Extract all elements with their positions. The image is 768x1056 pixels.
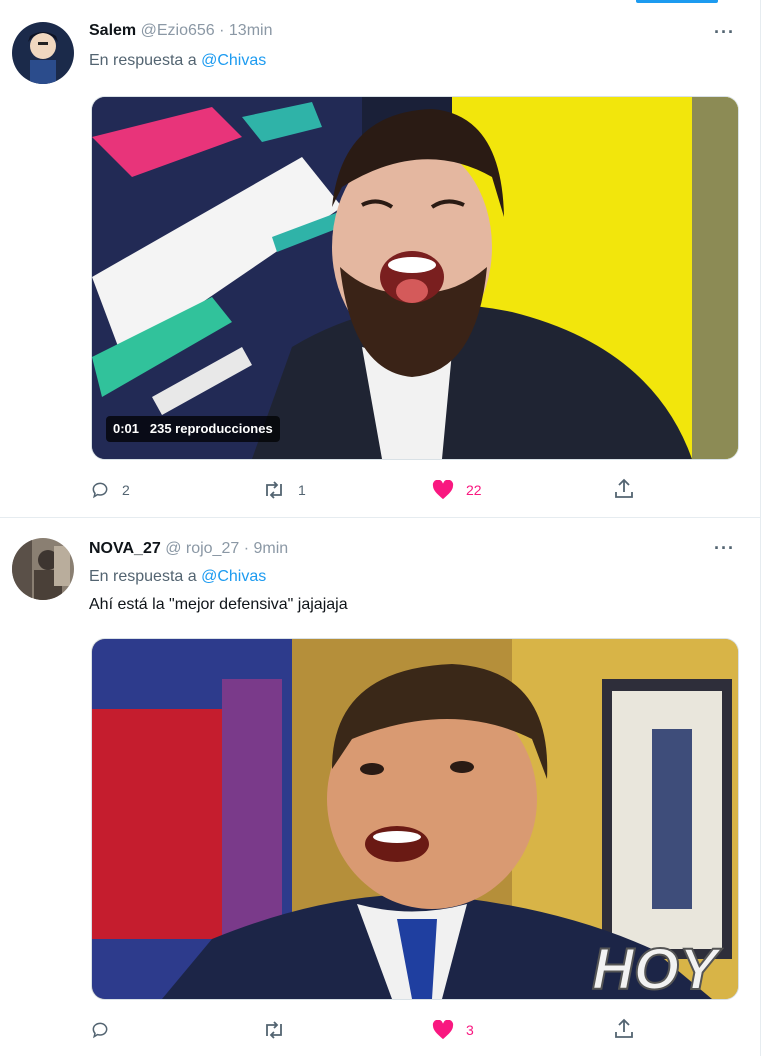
tweet[interactable]: NOVA_27 @ rojo_27 · 9min ··· En respuest… xyxy=(0,518,760,1056)
handle[interactable]: @Ezio656 xyxy=(141,22,215,39)
display-name[interactable]: Salem xyxy=(89,22,136,39)
heart-icon xyxy=(432,480,454,500)
gif-media[interactable]: HOY xyxy=(91,638,739,1000)
like-count: 22 xyxy=(466,482,482,498)
tweet[interactable]: Salem @Ezio656 · 13min ··· En respuesta … xyxy=(0,0,760,517)
reply-context: En respuesta a @Chivas xyxy=(89,52,266,70)
reply-icon xyxy=(92,1022,108,1039)
retweet-icon xyxy=(266,1021,282,1039)
reply-button[interactable]: 2 xyxy=(90,480,130,500)
like-button[interactable]: 22 xyxy=(432,480,482,500)
reply-icon xyxy=(92,482,108,499)
share-button[interactable] xyxy=(614,1018,634,1040)
like-count: 3 xyxy=(466,1022,474,1038)
reply-mention-link[interactable]: @Chivas xyxy=(201,568,266,585)
display-name[interactable]: NOVA_27 xyxy=(89,540,161,557)
retweet-button[interactable]: 1 xyxy=(262,480,306,500)
avatar[interactable] xyxy=(12,22,74,84)
media-watermark: HOY xyxy=(592,937,723,999)
timestamp[interactable]: 13min xyxy=(229,22,273,39)
like-button[interactable]: 3 xyxy=(432,1020,474,1040)
reply-button[interactable] xyxy=(90,1020,122,1040)
column-border xyxy=(760,0,761,1056)
reply-context: En respuesta a @Chivas xyxy=(89,568,266,586)
tweet-text: Ahí está la "mejor defensiva" jajajaja xyxy=(89,596,348,613)
avatar[interactable] xyxy=(12,538,74,600)
reply-count: 2 xyxy=(122,482,130,498)
video-player[interactable] xyxy=(91,96,739,460)
reply-prefix: En respuesta a xyxy=(89,568,197,585)
tweet-actions: 2 1 22 xyxy=(0,476,760,506)
video-views: 235 reproducciones xyxy=(149,421,273,436)
video-timestamp: 0:01 xyxy=(113,421,140,436)
reply-mention-link[interactable]: @Chivas xyxy=(201,52,266,69)
tweet-header: Salem @Ezio656 · 13min xyxy=(89,22,272,40)
more-icon[interactable]: ··· xyxy=(714,538,735,559)
share-button[interactable] xyxy=(614,478,634,500)
separator-dot: · xyxy=(219,22,225,39)
tweet-header: NOVA_27 @ rojo_27 · 9min xyxy=(89,540,288,558)
more-icon[interactable]: ··· xyxy=(714,22,735,43)
retweet-count: 1 xyxy=(298,482,306,498)
share-icon xyxy=(615,478,633,498)
video-info-overlay: 0:01 235 reproducciones xyxy=(106,416,280,442)
retweet-button[interactable] xyxy=(262,1020,298,1040)
handle[interactable]: @ rojo_27 xyxy=(165,540,239,557)
share-icon xyxy=(615,1018,633,1038)
timestamp[interactable]: 9min xyxy=(253,540,288,557)
retweet-icon xyxy=(266,481,282,499)
reply-prefix: En respuesta a xyxy=(89,52,197,69)
tweet-actions: 3 xyxy=(0,1016,760,1046)
heart-icon xyxy=(432,1020,454,1040)
separator-dot: · xyxy=(243,540,250,557)
